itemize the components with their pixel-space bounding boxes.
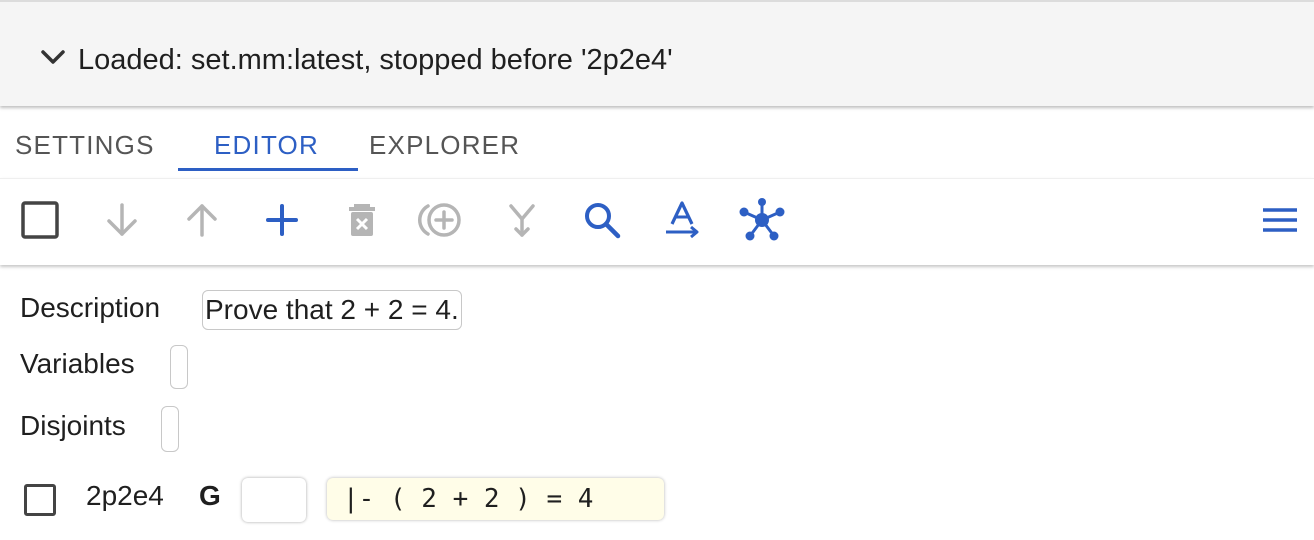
main-tabs: SETTINGS EDITOR EXPLORER <box>0 118 600 174</box>
loaded-status-accordion[interactable]: Loaded: set.mm:latest, stopped before '2… <box>0 0 1314 106</box>
graph-icon <box>739 198 785 241</box>
step-expression-field[interactable]: |- ( 2 + 2 ) = 4 <box>327 478 664 520</box>
arrow-down-icon <box>107 203 137 236</box>
loaded-status-text: Loaded: set.mm:latest, stopped before '2… <box>78 44 673 76</box>
step-checkbox[interactable] <box>24 484 56 516</box>
step-justification-field[interactable] <box>242 478 306 522</box>
delete-button[interactable] <box>342 200 382 240</box>
select-all-checkbox[interactable] <box>20 200 60 240</box>
add-circle-icon <box>418 203 461 237</box>
tab-editor[interactable]: EDITOR <box>214 130 319 161</box>
plus-icon <box>266 204 298 236</box>
delete-icon <box>349 204 375 236</box>
text-substitute-icon <box>666 201 699 239</box>
move-down-button[interactable] <box>102 200 142 240</box>
step-type[interactable]: G <box>199 480 221 512</box>
description-label: Description <box>20 292 161 323</box>
tab-settings[interactable]: SETTINGS <box>15 130 155 161</box>
active-tab-indicator <box>178 168 358 171</box>
disjoints-label: Disjoints <box>20 410 126 441</box>
metamath-editor-page: Loaded: set.mm:latest, stopped before '2… <box>0 0 1314 540</box>
checkbox-icon <box>21 201 59 239</box>
variables-field[interactable] <box>170 345 188 389</box>
unify-button[interactable] <box>737 198 787 241</box>
menu-icon <box>1263 208 1297 232</box>
add-circle-button[interactable] <box>416 200 468 240</box>
merge-button[interactable] <box>502 200 542 240</box>
disjoints-field[interactable] <box>161 406 179 452</box>
search-icon <box>585 203 621 239</box>
merge-icon <box>509 204 535 237</box>
tab-explorer[interactable]: EXPLORER <box>369 130 520 161</box>
move-up-button[interactable] <box>182 200 222 240</box>
step-label[interactable]: 2p2e4 <box>86 480 164 512</box>
arrow-up-icon <box>187 204 217 237</box>
menu-button[interactable] <box>1260 200 1300 240</box>
variables-label: Variables <box>20 348 135 379</box>
description-field[interactable]: Prove that 2 + 2 = 4. <box>202 290 462 330</box>
substitute-button[interactable] <box>662 200 702 240</box>
search-button[interactable] <box>582 200 622 240</box>
add-step-button[interactable] <box>262 200 302 240</box>
editor-toolbar <box>0 178 1314 265</box>
chevron-down-icon[interactable] <box>40 48 66 68</box>
